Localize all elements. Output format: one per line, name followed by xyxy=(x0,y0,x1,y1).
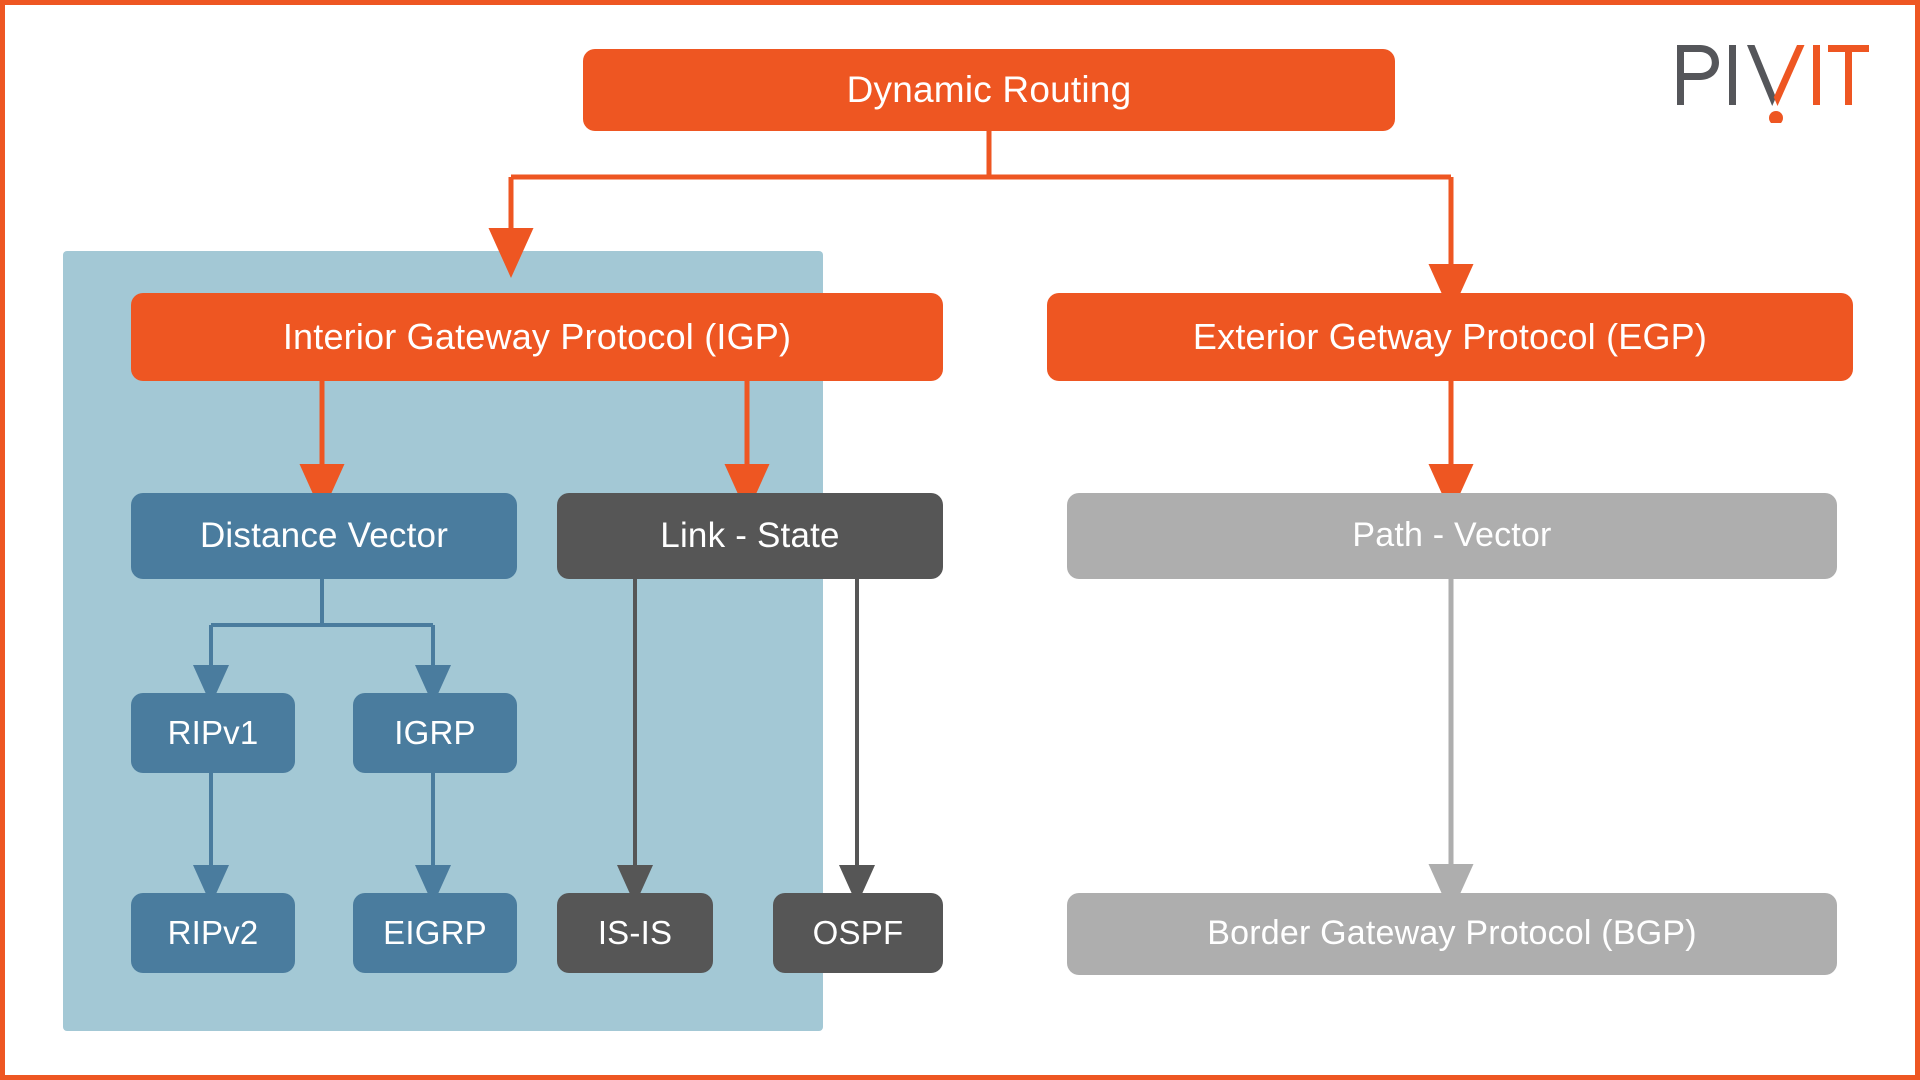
node-link-state[interactable]: Link - State xyxy=(557,493,943,579)
node-is-is[interactable]: IS-IS xyxy=(557,893,713,973)
node-igrp[interactable]: IGRP xyxy=(353,693,517,773)
node-distance-vector[interactable]: Distance Vector xyxy=(131,493,517,579)
node-ripv2-label: RIPv2 xyxy=(167,913,259,951)
diagram-stage: Dynamic Routing Interior Gateway Protoco… xyxy=(5,5,1915,1075)
node-bgp[interactable]: Border Gateway Protocol (BGP) xyxy=(1067,893,1837,975)
node-ospf-label: OSPF xyxy=(812,913,904,951)
node-igp[interactable]: Interior Gateway Protocol (IGP) xyxy=(131,293,943,381)
pivit-logo xyxy=(1673,33,1869,125)
node-eigrp-label: EIGRP xyxy=(383,913,487,951)
node-ospf[interactable]: OSPF xyxy=(773,893,943,973)
pivit-logo-mark xyxy=(1677,45,1869,125)
node-ripv1[interactable]: RIPv1 xyxy=(131,693,295,773)
node-igrp-label: IGRP xyxy=(394,713,476,751)
node-egp-label: Exterior Getway Protocol (EGP) xyxy=(1192,316,1708,358)
node-distance-vector-label: Distance Vector xyxy=(199,515,449,555)
node-is-is-label: IS-IS xyxy=(597,913,673,951)
node-path-vector-label: Path - Vector xyxy=(1352,516,1552,555)
node-egp[interactable]: Exterior Getway Protocol (EGP) xyxy=(1047,293,1853,381)
diagram-canvas: Dynamic Routing Interior Gateway Protoco… xyxy=(0,0,1920,1080)
node-eigrp[interactable]: EIGRP xyxy=(353,893,517,973)
node-dynamic-routing[interactable]: Dynamic Routing xyxy=(583,49,1395,131)
node-bgp-label: Border Gateway Protocol (BGP) xyxy=(1207,914,1697,953)
node-igp-label: Interior Gateway Protocol (IGP) xyxy=(282,316,792,358)
edge-dynamic-routing-split xyxy=(511,131,1451,180)
node-ripv2[interactable]: RIPv2 xyxy=(131,893,295,973)
node-link-state-label: Link - State xyxy=(660,515,840,555)
node-dynamic-routing-label: Dynamic Routing xyxy=(846,68,1132,110)
node-path-vector[interactable]: Path - Vector xyxy=(1067,493,1837,579)
node-ripv1-label: RIPv1 xyxy=(167,713,259,751)
